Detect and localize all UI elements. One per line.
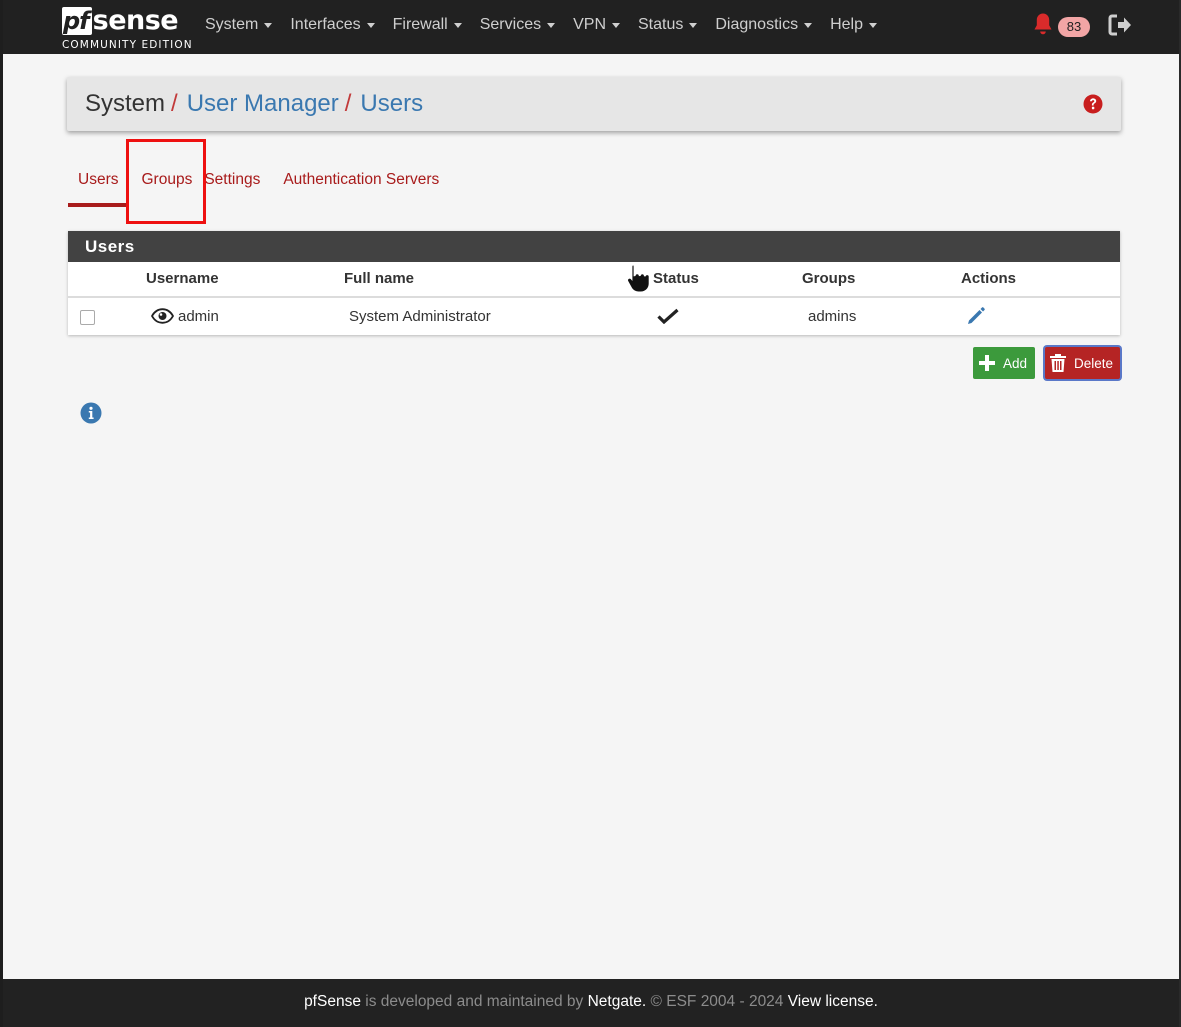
main-menu: System Interfaces Firewall Services VPN …: [196, 0, 886, 54]
plus-icon: [979, 355, 995, 371]
nav-item-services[interactable]: Services: [471, 0, 564, 50]
footer-product: pfSense: [304, 993, 361, 1010]
eye-icon: [151, 308, 174, 324]
logo-pf: pf: [62, 7, 92, 35]
delete-button-label: Delete: [1074, 355, 1114, 371]
add-user-button[interactable]: Add: [973, 347, 1035, 379]
footer-text: is developed and maintained by: [360, 993, 588, 1010]
caret-down-icon: [547, 22, 556, 28]
row-select-checkbox[interactable]: [80, 310, 95, 325]
nav-label: Firewall: [392, 16, 448, 33]
breadcrumb-separator: /: [344, 90, 352, 117]
nav-item-help[interactable]: Help: [821, 0, 886, 50]
column-header-username[interactable]: Username: [146, 262, 219, 296]
nav-label: Status: [638, 16, 684, 33]
add-button-label: Add: [1003, 355, 1028, 371]
panel-title: Users: [68, 231, 1120, 262]
cell-username: admin: [178, 308, 219, 325]
check-icon: [657, 308, 679, 324]
footer-copyright: © ESF 2004 - 2024: [646, 993, 788, 1010]
caret-down-icon: [689, 22, 698, 28]
users-panel: Users Username Full name Status Groups A…: [68, 231, 1120, 335]
pfsense-logo[interactable]: pf sense COMMUNITY EDITION: [62, 4, 192, 52]
notification-count-badge[interactable]: 83: [1058, 17, 1090, 37]
nav-item-system[interactable]: System: [196, 0, 281, 50]
nav-label: Diagnostics: [715, 16, 799, 33]
edition-label: COMMUNITY EDITION: [62, 39, 193, 51]
footer-company: Netgate.: [587, 993, 647, 1010]
column-header-groups[interactable]: Groups: [802, 262, 855, 296]
nav-item-vpn[interactable]: VPN: [564, 0, 629, 50]
nav-item-firewall[interactable]: Firewall: [384, 0, 471, 50]
tab-authentication-servers[interactable]: Authentication Servers: [273, 160, 449, 207]
nav-item-diagnostics[interactable]: Diagnostics: [706, 0, 821, 50]
nav-label: Interfaces: [290, 16, 361, 33]
tab-settings[interactable]: Settings: [194, 160, 270, 207]
column-header-status[interactable]: Status: [653, 262, 699, 296]
caret-down-icon: [264, 22, 273, 28]
nav-label: Services: [479, 16, 542, 33]
page-footer: pfSense is developed and maintained by N…: [3, 979, 1179, 1027]
caret-down-icon: [453, 22, 462, 28]
nav-item-status[interactable]: Status: [629, 0, 706, 50]
footer-license-link[interactable]: View license.: [788, 993, 878, 1010]
breadcrumb-system: System: [85, 90, 166, 117]
nav-label: Help: [830, 16, 863, 33]
trash-icon: [1050, 354, 1066, 372]
table-header: Username Full name Status Groups Actions: [68, 262, 1120, 298]
logout-icon[interactable]: [1108, 14, 1132, 36]
delete-user-button[interactable]: Delete: [1045, 347, 1120, 379]
breadcrumb-user-manager[interactable]: User Manager: [187, 90, 339, 118]
caret-down-icon: [868, 22, 877, 28]
caret-down-icon: [804, 22, 813, 28]
breadcrumb-separator: /: [171, 90, 178, 117]
bell-icon[interactable]: [1033, 12, 1053, 36]
breadcrumb: System / User Manager / Users: [85, 77, 423, 131]
tab-users[interactable]: Users: [68, 160, 129, 207]
top-navbar: pf sense COMMUNITY EDITION System Interfa…: [3, 0, 1179, 54]
logo-sense: sense: [92, 5, 179, 36]
nav-label: VPN: [573, 16, 606, 33]
nav-item-interfaces[interactable]: Interfaces: [281, 0, 383, 50]
caret-down-icon: [366, 22, 375, 28]
table-row[interactable]: admin System Administrator admins: [68, 298, 1120, 335]
tab-groups[interactable]: Groups: [131, 160, 202, 207]
logo-wordmark: pf sense: [62, 4, 179, 38]
window-edge-left: [0, 0, 3, 1027]
cell-full-name: System Administrator: [349, 308, 491, 325]
info-circle-icon[interactable]: [80, 402, 102, 424]
pencil-icon[interactable]: [966, 306, 986, 326]
column-header-actions: Actions: [961, 270, 1017, 287]
question-circle-icon[interactable]: [1083, 94, 1103, 114]
caret-down-icon: [612, 22, 620, 28]
column-header-full-name[interactable]: Full name: [344, 262, 414, 296]
page-header: System / User Manager / Users: [67, 77, 1121, 131]
tab-bar: Users Groups Settings Authentication Ser…: [68, 160, 449, 207]
cell-groups: admins: [808, 308, 857, 325]
breadcrumb-users[interactable]: Users: [360, 90, 423, 118]
nav-label: System: [205, 16, 259, 33]
